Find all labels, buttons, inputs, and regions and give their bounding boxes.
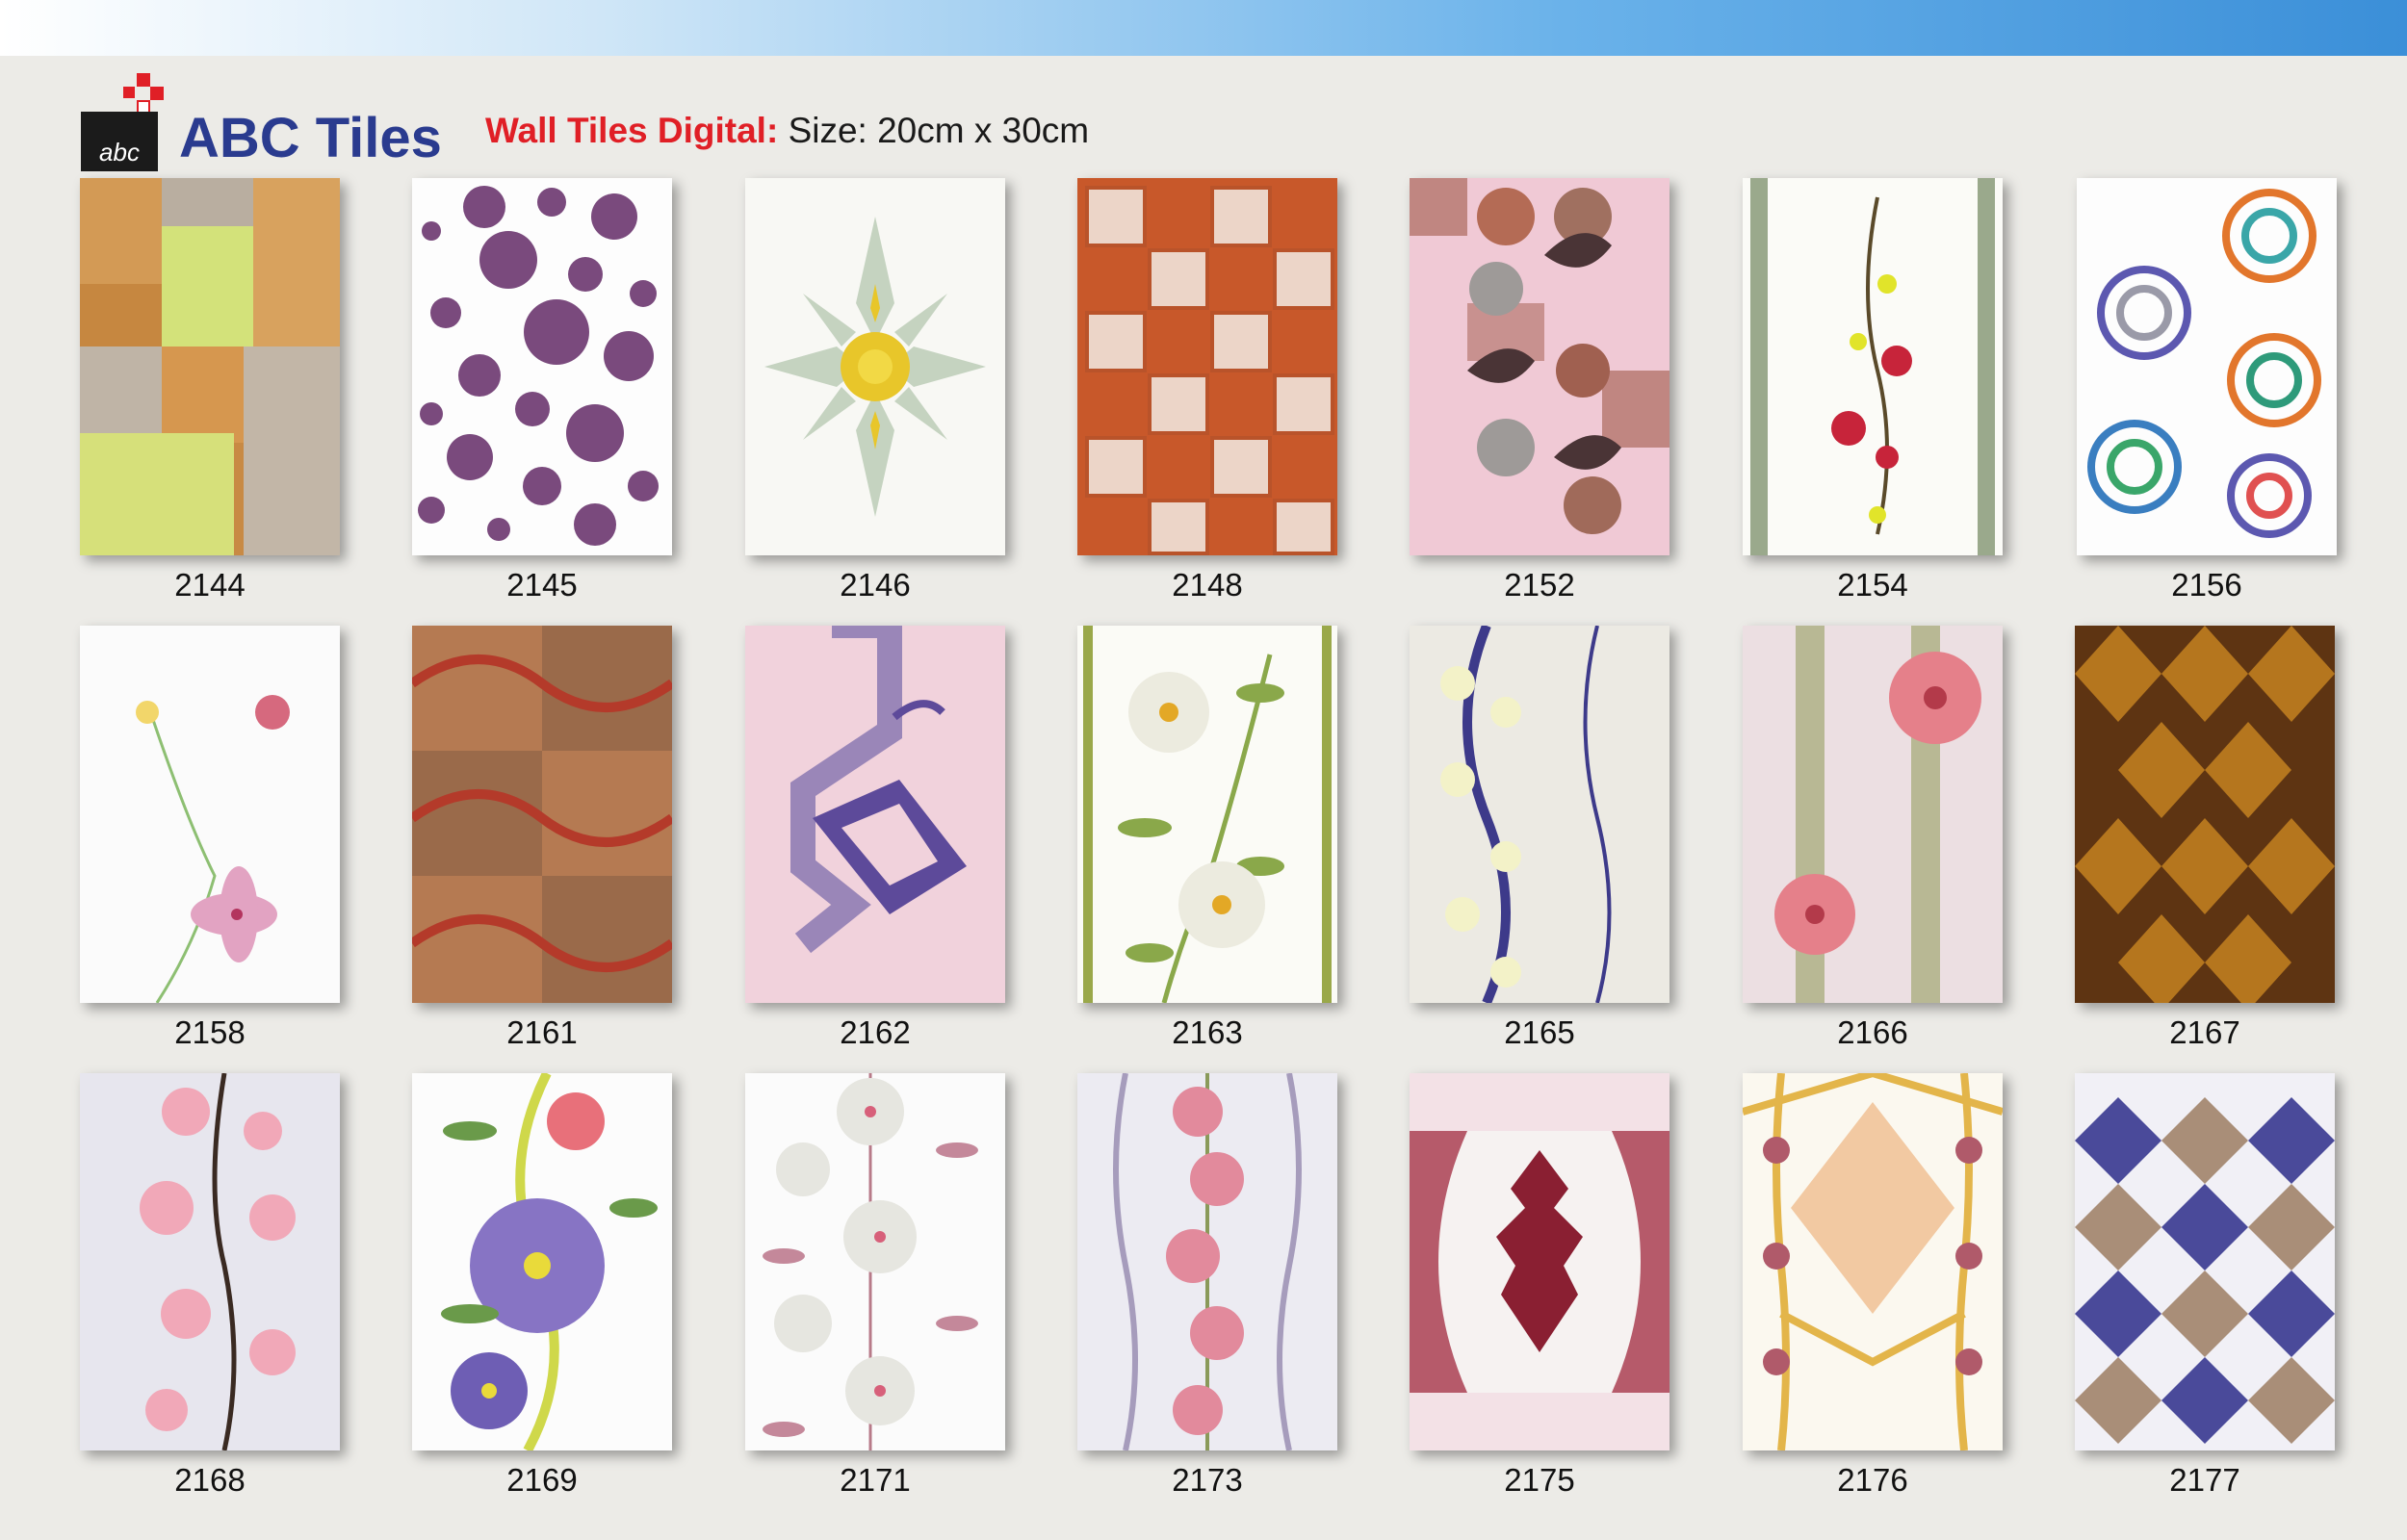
tile-card[interactable]: 2173 bbox=[1077, 1073, 1337, 1499]
tile-card[interactable]: 2169 bbox=[412, 1073, 672, 1499]
tile-image-2154 bbox=[1743, 178, 2003, 555]
tile-card[interactable]: 2176 bbox=[1743, 1073, 2003, 1499]
tile-code: 2169 bbox=[506, 1462, 578, 1498]
tile-code: 2161 bbox=[506, 1014, 578, 1050]
abc-logo: abc bbox=[81, 73, 164, 171]
tile-card[interactable]: 2166 bbox=[1743, 626, 2003, 1051]
tile-card[interactable]: 2163 bbox=[1077, 626, 1337, 1051]
tile-code: 2154 bbox=[1837, 567, 1908, 603]
tile-image-2176 bbox=[1743, 1073, 2003, 1450]
tile-card[interactable]: 2177 bbox=[2075, 1073, 2335, 1499]
tile-image-2156 bbox=[2077, 178, 2337, 555]
catalog-subtitle: Wall Tiles Digital: Size: 20cm x 30cm bbox=[485, 111, 1089, 151]
catalog-header: abc ABC Tiles Wall Tiles Digital: Size: … bbox=[81, 56, 1429, 171]
tile-image-2148 bbox=[1077, 178, 1337, 555]
tile-image-2173 bbox=[1077, 1073, 1337, 1450]
tile-image-2146 bbox=[745, 178, 1005, 555]
tile-code: 2176 bbox=[1837, 1462, 1908, 1498]
top-banner bbox=[0, 0, 2407, 56]
tile-card[interactable]: 2154 bbox=[1743, 178, 2003, 603]
tile-code: 2162 bbox=[840, 1014, 911, 1050]
tile-card[interactable]: 2167 bbox=[2075, 626, 2335, 1051]
size-label: Size: 20cm x 30cm bbox=[788, 111, 1090, 150]
tile-image-2158 bbox=[80, 626, 340, 1003]
tile-image-2177 bbox=[2075, 1073, 2335, 1450]
tile-code: 2166 bbox=[1837, 1014, 1908, 1050]
tile-card[interactable]: 2144 bbox=[80, 178, 340, 603]
tile-code: 2144 bbox=[174, 567, 246, 603]
tile-code: 2163 bbox=[1172, 1014, 1243, 1050]
tile-image-2166 bbox=[1743, 626, 2003, 1003]
tile-card[interactable]: 2152 bbox=[1410, 178, 1669, 603]
tile-card[interactable]: 2171 bbox=[745, 1073, 1005, 1499]
tile-image-2152 bbox=[1410, 178, 1669, 555]
tile-code: 2158 bbox=[174, 1014, 246, 1050]
tile-card[interactable]: 2148 bbox=[1077, 178, 1337, 603]
tile-code: 2167 bbox=[2169, 1014, 2240, 1050]
tile-card[interactable]: 2165 bbox=[1410, 626, 1669, 1051]
tile-code: 2165 bbox=[1504, 1014, 1575, 1050]
tile-card[interactable]: 2175 bbox=[1410, 1073, 1669, 1499]
tile-code: 2152 bbox=[1504, 567, 1575, 603]
brand-title: ABC Tiles bbox=[179, 107, 442, 169]
tile-image-2161 bbox=[412, 626, 672, 1003]
tile-card[interactable]: 2162 bbox=[745, 626, 1005, 1051]
tile-image-2162 bbox=[745, 626, 1005, 1003]
tile-image-2175 bbox=[1410, 1073, 1669, 1450]
tile-card[interactable]: 2145 bbox=[412, 178, 672, 603]
logo-text: abc bbox=[99, 138, 140, 167]
tile-image-2145 bbox=[412, 178, 672, 555]
tile-code: 2146 bbox=[840, 567, 911, 603]
tile-image-2168 bbox=[80, 1073, 340, 1450]
tile-card[interactable]: 2168 bbox=[80, 1073, 340, 1499]
tile-code: 2168 bbox=[174, 1462, 246, 1498]
tile-image-2144 bbox=[80, 178, 340, 555]
tile-code: 2171 bbox=[840, 1462, 911, 1498]
tile-card[interactable]: 2161 bbox=[412, 626, 672, 1051]
tile-code: 2175 bbox=[1504, 1462, 1575, 1498]
tile-code: 2148 bbox=[1172, 567, 1243, 603]
tile-code: 2156 bbox=[2171, 567, 2242, 603]
tile-card[interactable]: 2158 bbox=[80, 626, 340, 1051]
tile-image-2169 bbox=[412, 1073, 672, 1450]
tile-code: 2173 bbox=[1172, 1462, 1243, 1498]
tile-card[interactable]: 2146 bbox=[745, 178, 1005, 603]
tile-image-2167 bbox=[2075, 626, 2335, 1003]
tile-card[interactable]: 2156 bbox=[2077, 178, 2337, 603]
tile-image-2171 bbox=[745, 1073, 1005, 1450]
tile-image-2165 bbox=[1410, 626, 1669, 1003]
tile-code: 2145 bbox=[506, 567, 578, 603]
category-label: Wall Tiles Digital: bbox=[485, 111, 779, 150]
tile-code: 2177 bbox=[2169, 1462, 2240, 1498]
tile-image-2163 bbox=[1077, 626, 1337, 1003]
